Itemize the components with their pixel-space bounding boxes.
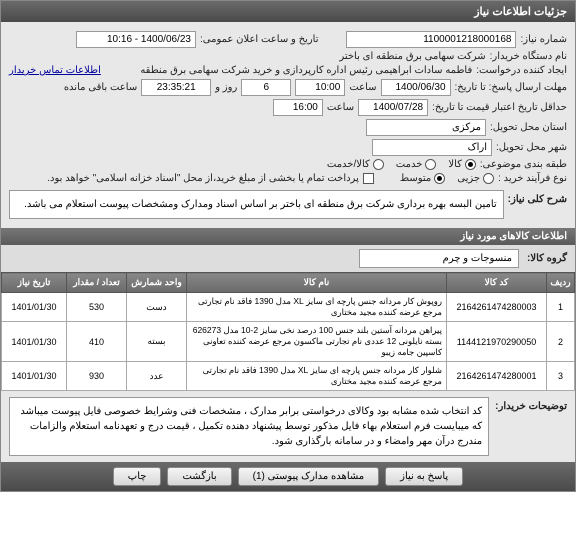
cell-qty: 530 xyxy=(67,293,127,322)
need-no-value: 1100001218000168 xyxy=(346,31,516,48)
cell-unit: عدد xyxy=(127,362,187,391)
process-low-radio[interactable]: جزیی xyxy=(457,173,494,184)
table-row: 21144121970290050پیراهن مردانه آستین بلن… xyxy=(2,322,575,362)
back-button[interactable]: بازگشت xyxy=(167,467,231,486)
th-idx: ردیف xyxy=(547,273,575,293)
validity-date: 1400/07/28 xyxy=(358,99,428,116)
saat-label-2: ساعت xyxy=(327,102,354,113)
cell-name: روپوش کار مردانه جنس پارچه ای سایز XL مد… xyxy=(187,293,447,322)
buyer-org-label: نام دستگاه خریدار: xyxy=(490,51,567,62)
process-mid-radio[interactable]: متوسط xyxy=(400,173,445,184)
creator-label: ایجاد کننده درخواست: xyxy=(476,65,567,76)
cell-qty: 410 xyxy=(67,322,127,362)
topic-service-radio[interactable]: خدمت xyxy=(396,159,437,170)
process-label: نوع فرآیند خرید : xyxy=(498,173,567,184)
remain-suffix: ساعت باقی مانده xyxy=(64,82,137,93)
group-label: گروه کالا: xyxy=(527,253,567,264)
th-date: تاریخ نیاز xyxy=(2,273,67,293)
buyer-org-value: شرکت سهامی برق منطقه ای باختر xyxy=(339,51,485,62)
topic-goods-radio[interactable]: کالا xyxy=(448,159,476,170)
validity-label: حداقل تاریخ اعتبار قیمت تا تاریخ: xyxy=(432,102,567,113)
group-row: گروه کالا: منسوجات و چرم xyxy=(1,245,575,272)
cell-name: شلوار کار مردانه جنس پارچه ای سایز XL مد… xyxy=(187,362,447,391)
city-value: اراک xyxy=(372,139,492,156)
topic-both-radio[interactable]: کالا/خدمت xyxy=(327,159,384,170)
attachments-button[interactable]: مشاهده مدارک پیوستی (1) xyxy=(238,467,380,486)
th-qty: تعداد / مقدار xyxy=(67,273,127,293)
deadline-label: مهلت ارسال پاسخ: تا تاریخ: xyxy=(455,82,567,93)
cell-idx: 2 xyxy=(547,322,575,362)
form-section: شماره نیاز: 1100001218000168 تاریخ و ساع… xyxy=(1,22,575,228)
print-button[interactable]: چاپ xyxy=(113,467,162,486)
footer-desc-box: کد انتخاب شده مشابه بود وکالای درخواستی … xyxy=(9,397,489,456)
radio-icon xyxy=(483,173,494,184)
desc-label: شرح کلی نیاز: xyxy=(508,190,567,205)
province-value: مرکزی xyxy=(366,119,486,136)
radio-icon xyxy=(373,159,384,170)
main-panel: جزئیات اطلاعات نیاز شماره نیاز: 11000012… xyxy=(0,0,576,492)
cell-code: 1144121970290050 xyxy=(447,322,547,362)
cell-unit: دست xyxy=(127,293,187,322)
radio-icon xyxy=(465,159,476,170)
remain-time: 23:35:21 xyxy=(141,79,211,96)
items-table: ردیف کد کالا نام کالا واحد شمارش تعداد /… xyxy=(1,272,575,391)
city-label: شهر محل تحویل: xyxy=(496,142,567,153)
cell-unit: بسته xyxy=(127,322,187,362)
table-row: 12164261474280003روپوش کار مردانه جنس پا… xyxy=(2,293,575,322)
table-row: 32164261474280001شلوار کار مردانه جنس پا… xyxy=(2,362,575,391)
cell-idx: 1 xyxy=(547,293,575,322)
need-no-label: شماره نیاز: xyxy=(520,34,567,45)
process-radio-group: جزیی متوسط xyxy=(400,173,494,184)
radio-icon xyxy=(434,173,445,184)
deadline-date: 1400/06/30 xyxy=(381,79,451,96)
remain-days: 6 xyxy=(241,79,291,96)
panel-title: جزئیات اطلاعات نیاز xyxy=(1,1,575,22)
validity-time: 16:00 xyxy=(273,99,323,116)
group-value: منسوجات و چرم xyxy=(359,249,519,268)
cell-code: 2164261474280003 xyxy=(447,293,547,322)
province-label: استان محل تحویل: xyxy=(490,122,567,133)
payment-checkbox-label: پرداخت تمام یا بخشی از مبلغ خرید،از محل … xyxy=(47,173,359,184)
cell-date: 1401/01/30 xyxy=(2,362,67,391)
table-header-row: ردیف کد کالا نام کالا واحد شمارش تعداد /… xyxy=(2,273,575,293)
footer-desc: توضیحات خریدار: کد انتخاب شده مشابه بود … xyxy=(1,391,575,462)
radio-icon xyxy=(425,159,436,170)
topic-radio-group: کالا خدمت کالا/خدمت xyxy=(327,159,476,170)
announce-value: 1400/06/23 - 10:16 xyxy=(76,31,196,48)
deadline-time: 10:00 xyxy=(295,79,345,96)
cell-code: 2164261474280001 xyxy=(447,362,547,391)
button-bar: پاسخ به نیاز مشاهده مدارک پیوستی (1) باز… xyxy=(1,462,575,491)
desc-box: تامین البسه بهره برداری شرکت برق منطقه ا… xyxy=(9,190,504,219)
saat-label-1: ساعت xyxy=(349,82,376,93)
th-name: نام کالا xyxy=(187,273,447,293)
payment-checkbox[interactable] xyxy=(363,173,374,184)
cell-name: پیراهن مردانه آستین بلند جنس 100 درصد نخ… xyxy=(187,322,447,362)
remain-days-label: روز و xyxy=(215,82,237,93)
cell-idx: 3 xyxy=(547,362,575,391)
items-header: اطلاعات کالاهای مورد نیاز xyxy=(1,228,575,245)
cell-date: 1401/01/30 xyxy=(2,322,67,362)
th-code: کد کالا xyxy=(447,273,547,293)
creator-value: فاطمه سادات ابراهیمی رئیس اداره کارپرداز… xyxy=(105,65,472,76)
contact-link[interactable]: اطلاعات تماس خریدار xyxy=(9,65,101,76)
cell-qty: 930 xyxy=(67,362,127,391)
topic-class-label: طبقه بندی موضوعی: xyxy=(480,159,567,170)
reply-button[interactable]: پاسخ به نیاز xyxy=(385,467,463,486)
th-unit: واحد شمارش xyxy=(127,273,187,293)
cell-date: 1401/01/30 xyxy=(2,293,67,322)
announce-label: تاریخ و ساعت اعلان عمومی: xyxy=(200,34,319,45)
footer-desc-label: توضیحات خریدار: xyxy=(495,397,567,412)
